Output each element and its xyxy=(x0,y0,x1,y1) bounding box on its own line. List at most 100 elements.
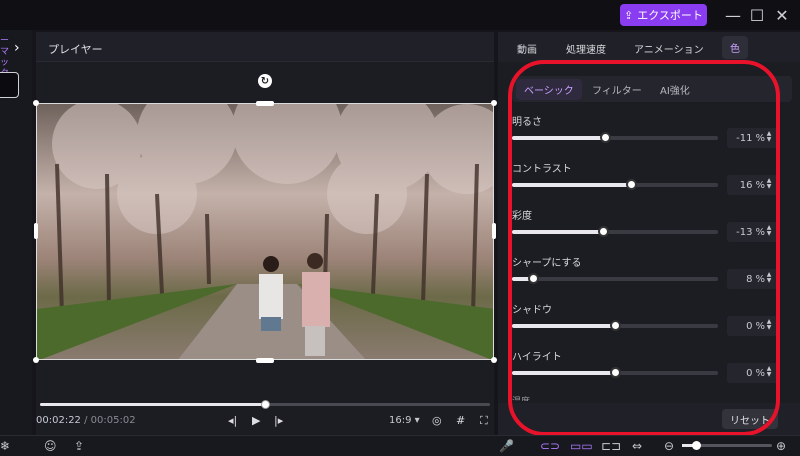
zoom-knob[interactable] xyxy=(691,441,701,450)
maximize-button[interactable]: ☐ xyxy=(748,6,766,25)
player-header: プレイヤー xyxy=(36,32,494,62)
adjust-value: 0 xyxy=(746,367,753,379)
tab-speed[interactable]: 処理速度 xyxy=(566,41,606,56)
left-panel-thumbnail[interactable] xyxy=(0,72,19,98)
adjust-value: -13 xyxy=(736,226,753,238)
adjust-slider[interactable] xyxy=(512,132,718,143)
zoom-out-icon[interactable]: ⊖ xyxy=(664,439,674,453)
aspect-ratio-value: 16:9 xyxy=(389,415,412,426)
minimize-button[interactable]: — xyxy=(724,6,742,25)
export-button[interactable]: ⇪ エクスポート xyxy=(620,4,707,26)
stepper-arrows-icon[interactable]: ▲ ▼ xyxy=(764,272,774,284)
playback-scrubber[interactable] xyxy=(40,400,490,409)
export-frame-icon[interactable]: ⇪ xyxy=(74,439,84,453)
resize-handle-bl[interactable] xyxy=(33,357,39,363)
adjust-slider[interactable] xyxy=(512,367,718,378)
face-icon[interactable]: ☺ xyxy=(44,439,57,453)
adjust-slider-fill xyxy=(512,183,632,187)
adjust-slider-fill xyxy=(512,371,615,375)
resize-handle-tl[interactable] xyxy=(33,100,39,106)
zoom-in-icon[interactable]: ⊕ xyxy=(776,439,786,453)
adjust-value: 16 xyxy=(739,179,753,191)
trim-icon[interactable]: ⊏⊐ xyxy=(601,439,621,453)
resize-handle-bottom[interactable] xyxy=(256,358,274,363)
fit-icon[interactable]: ⇔ xyxy=(632,439,642,453)
subtab-basic[interactable]: ベーシック xyxy=(516,79,582,100)
tab-video[interactable]: 動画 xyxy=(517,41,537,56)
time-separator: / xyxy=(84,415,88,426)
upload-icon: ⇪ xyxy=(624,8,634,22)
microphone-icon[interactable]: 🎤 xyxy=(499,439,514,453)
property-tabs: 動画 処理速度 アニメーション 色 xyxy=(498,32,800,62)
adjust-slider[interactable] xyxy=(512,179,718,190)
stepper-arrows-icon[interactable]: ▲ ▼ xyxy=(764,366,774,378)
previous-frame-icon[interactable]: ◂| xyxy=(228,414,237,427)
stepper-arrows-icon[interactable]: ▲ ▼ xyxy=(764,225,774,237)
adjust-slider-knob[interactable] xyxy=(626,179,638,190)
stepper-arrows-icon[interactable]: ▲ ▼ xyxy=(764,131,774,143)
adjust-slider[interactable] xyxy=(512,320,718,331)
resize-handle-top[interactable] xyxy=(256,101,274,106)
tab-animation[interactable]: アニメーション xyxy=(634,41,704,56)
chevron-right-icon[interactable]: › xyxy=(14,40,20,56)
close-button[interactable]: ✕ xyxy=(773,6,791,25)
reset-bar: リセット xyxy=(498,403,800,435)
snapshot-icon[interactable]: ◎ xyxy=(432,414,442,427)
timecode: 00:02:22 / 00:05:02 xyxy=(36,415,136,426)
adjust-slider[interactable] xyxy=(512,226,718,237)
video-frame-image xyxy=(37,104,493,359)
split-icon[interactable]: ▭▭ xyxy=(570,439,593,453)
subtab-ai[interactable]: AI強化 xyxy=(660,82,690,97)
grid-icon[interactable]: # xyxy=(456,414,465,427)
rotate-icon[interactable]: ↻ xyxy=(258,74,272,88)
adjust-slider-knob[interactable] xyxy=(610,367,621,378)
adjust-slider[interactable] xyxy=(512,273,718,284)
adjust-label: 明るさ xyxy=(512,117,542,128)
current-time: 00:02:22 xyxy=(36,415,81,426)
resize-handle-left[interactable] xyxy=(34,223,38,239)
adjust-label: シャープにする xyxy=(512,258,582,269)
player-panel: プレイヤー ↻ 00:02:22 / 00:05:02 ◂| ▶ |▸ 16:9… xyxy=(33,32,497,435)
fullscreen-icon[interactable]: ⛶ xyxy=(480,414,488,428)
bottom-toolbar: ❄ ☺ ⇪ 🎤 ⊂⊃ ▭▭ ⊏⊐ ⇔ ⊖ ⊕ xyxy=(0,435,800,456)
playback-knob[interactable] xyxy=(261,400,270,409)
color-subtabs: ベーシック フィルター AI強化 xyxy=(512,76,792,102)
adjust-slider-fill xyxy=(512,230,603,234)
zoom-slider[interactable] xyxy=(682,441,772,450)
reset-button[interactable]: リセット xyxy=(722,409,778,429)
total-time: 00:05:02 xyxy=(90,415,136,426)
video-preview[interactable] xyxy=(36,103,494,360)
chevron-down-icon: ▾ xyxy=(414,415,420,426)
next-frame-icon[interactable]: |▸ xyxy=(274,414,283,427)
adjust-value: 0 xyxy=(746,320,753,332)
playback-progress xyxy=(40,403,265,406)
stepper-arrows-icon[interactable]: ▲ ▼ xyxy=(764,319,774,331)
play-icon[interactable]: ▶ xyxy=(252,414,260,427)
adjust-value: 8 xyxy=(746,273,753,285)
adjust-slider-fill xyxy=(512,324,615,328)
adjust-slider-knob[interactable] xyxy=(599,132,611,143)
aspect-ratio-select[interactable]: 16:9 ▾ xyxy=(389,415,420,426)
adjust-label: コントラスト xyxy=(512,164,572,175)
app-window: ⇪ エクスポート — ☐ ✕ ーマッタ › プレイヤー ↻ xyxy=(0,0,800,456)
tab-color[interactable]: 色 xyxy=(722,36,748,59)
subtab-filter[interactable]: フィルター xyxy=(592,82,642,97)
adjust-label: 彩度 xyxy=(512,211,532,222)
adjust-value: -11 xyxy=(736,132,753,144)
player-title: プレイヤー xyxy=(48,43,103,56)
export-label: エクスポート xyxy=(637,9,703,22)
resize-handle-right[interactable] xyxy=(492,223,496,239)
properties-panel: 動画 処理速度 アニメーション 色 ベーシック フィルター AI強化 明るさ -1… xyxy=(498,32,800,435)
temperature-label: 温度 xyxy=(512,394,530,401)
snowflake-icon[interactable]: ❄ xyxy=(0,439,10,453)
link-icon[interactable]: ⊂⊃ xyxy=(540,439,560,453)
adjust-label: シャドウ xyxy=(512,305,552,316)
title-bar: ⇪ エクスポート — ☐ ✕ xyxy=(0,0,800,30)
adjust-slider-knob[interactable] xyxy=(610,320,621,331)
resize-handle-tr[interactable] xyxy=(491,100,497,106)
resize-handle-br[interactable] xyxy=(491,357,497,363)
adjust-slider-knob[interactable] xyxy=(597,226,609,237)
stepper-arrows-icon[interactable]: ▲ ▼ xyxy=(764,178,774,190)
adjust-slider-knob[interactable] xyxy=(527,273,539,284)
adjust-label: ハイライト xyxy=(512,352,562,363)
